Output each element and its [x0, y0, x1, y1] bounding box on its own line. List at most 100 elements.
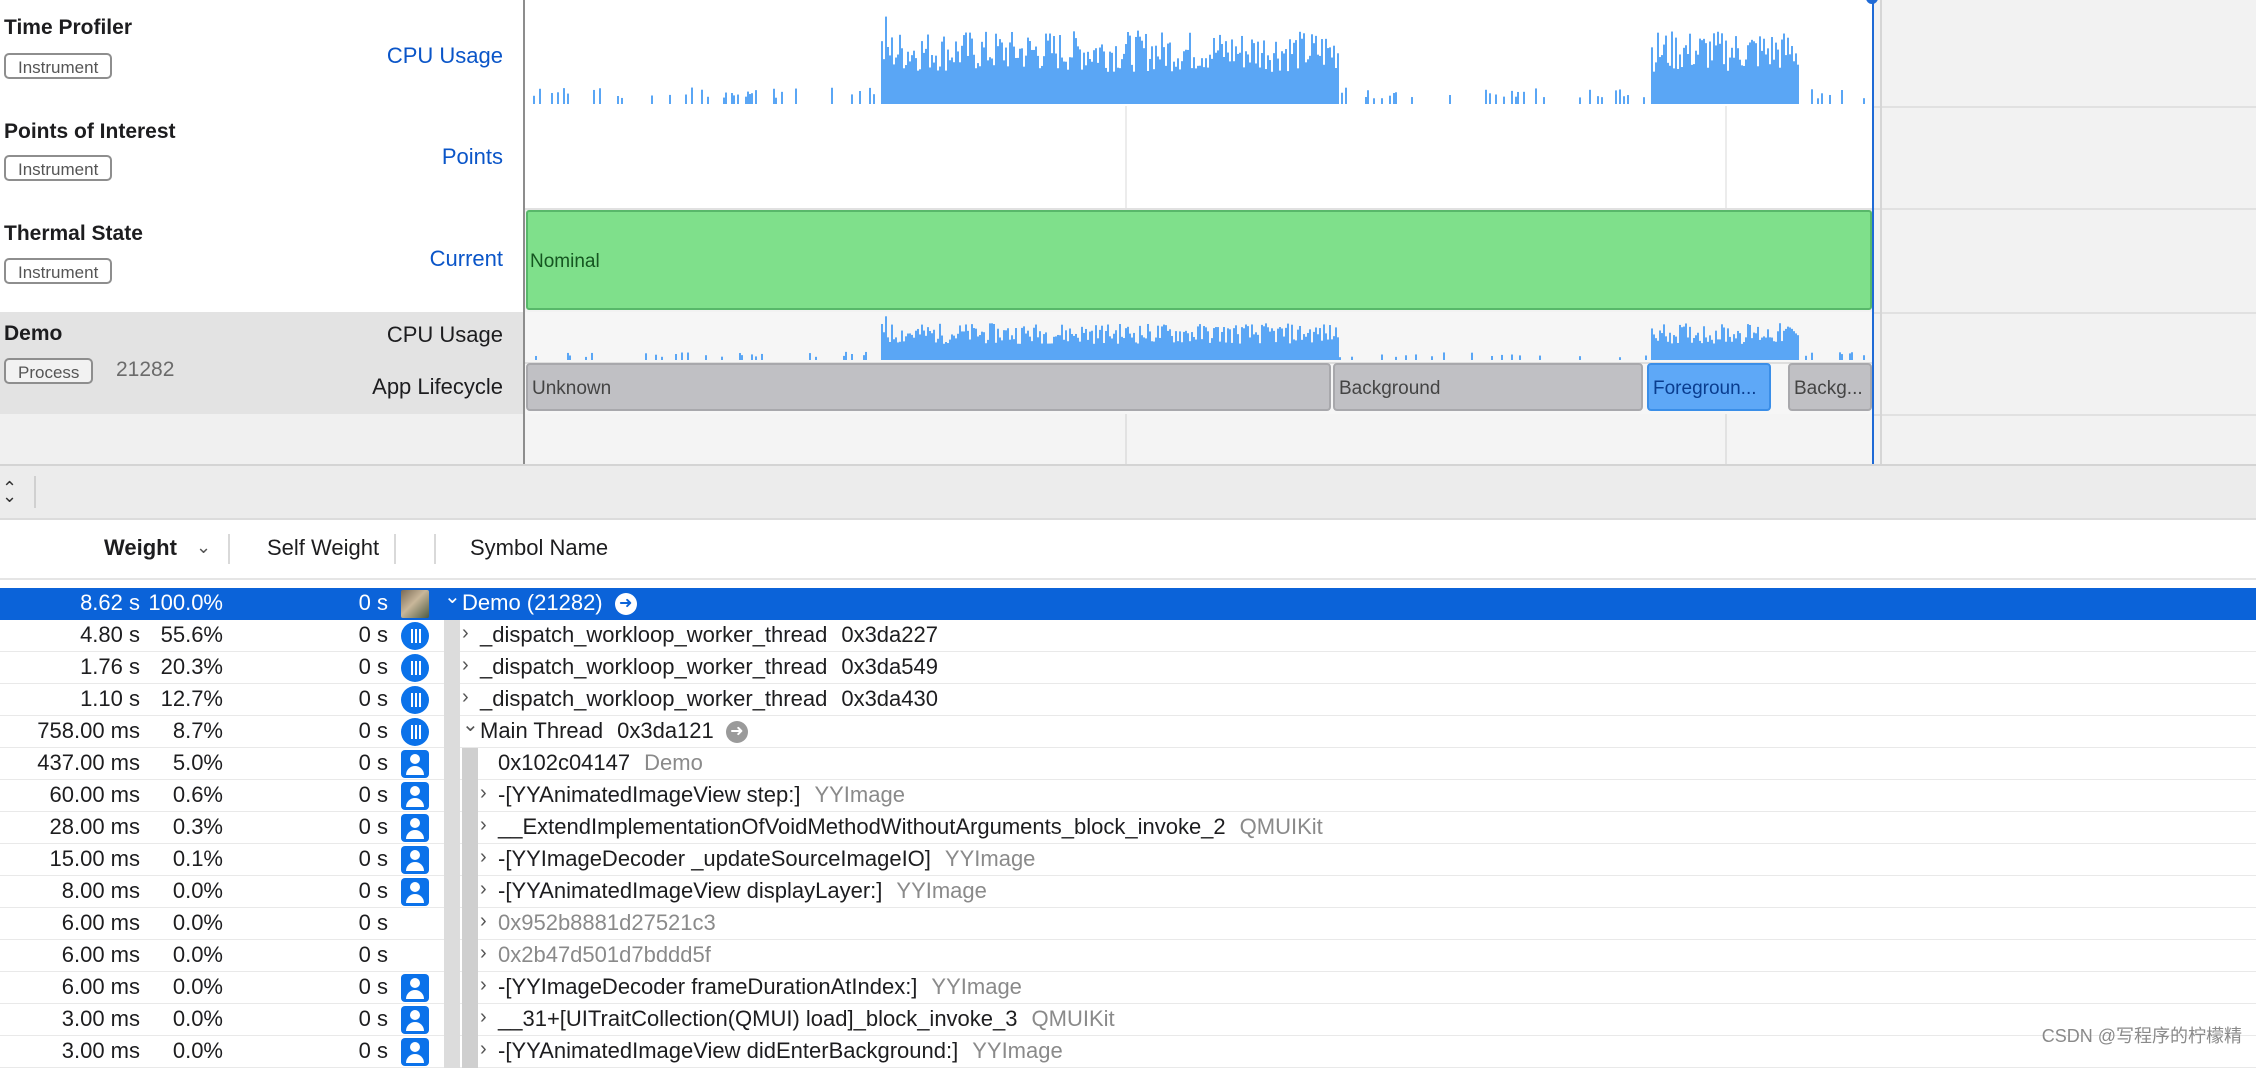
user-code-icon	[401, 814, 429, 842]
disclosure-collapsed-icon[interactable]: ›	[480, 782, 487, 805]
instrument-badge: Instrument	[4, 155, 113, 181]
disclosure-collapsed-icon[interactable]: ›	[480, 1006, 487, 1029]
track-graph-area[interactable]	[525, 0, 1874, 106]
disclosure-collapsed-icon[interactable]: ›	[480, 814, 487, 837]
weight-value: 1.10 s	[80, 686, 140, 711]
chevron-updown-icon: ⌄	[2, 486, 18, 506]
track-detail-selector[interactable]: Current	[430, 246, 503, 272]
disclosure-collapsed-icon[interactable]: ›	[462, 654, 469, 677]
table-row[interactable]: 6.00 ms 0.0% 0 s › 0x2b47d501d7bddd5f	[0, 940, 2256, 972]
lifecycle-unknown[interactable]: Unknown	[526, 363, 1331, 411]
weight-percent: 20.3%	[160, 654, 223, 679]
table-row[interactable]: 28.00 ms 0.3% 0 s › __ExtendImplementationOf…	[0, 812, 2256, 844]
track-label[interactable]: Points of Interest Instrument Points	[0, 106, 525, 208]
table-row[interactable]: 15.00 ms 0.1% 0 s › -[YYImageDecoder _update…	[0, 844, 2256, 876]
disclosure-collapsed-icon[interactable]: ›	[480, 942, 487, 965]
table-row[interactable]: 3.00 ms 0.0% 0 s › __31+[UITraitCollection(Q…	[0, 1004, 2256, 1036]
process-badge: Process	[4, 358, 94, 384]
symbol-name-cell: -[YYImageDecoder _updateSourceImageIO] YY…	[498, 846, 1035, 872]
table-row[interactable]: 1.76 s 20.3% 0 s › _dispatch_workloop_worker…	[0, 652, 2256, 684]
disclosure-collapsed-icon[interactable]: ›	[480, 878, 487, 901]
column-separator[interactable]	[394, 534, 396, 564]
disclosure-collapsed-icon[interactable]: ›	[480, 1038, 487, 1061]
track-detail-selector[interactable]: CPU Usage	[387, 43, 503, 69]
track-detail-selector[interactable]: Points	[442, 144, 503, 170]
weight-value: 8.00 ms	[61, 878, 140, 903]
app-lifecycle-label[interactable]: App Lifecycle	[372, 374, 503, 400]
indent-guide	[444, 652, 460, 684]
lifecycle-foreground[interactable]: Foregroun...	[1647, 363, 1771, 411]
weight-value: 3.00 ms	[61, 1006, 140, 1031]
navigate-arrow-icon[interactable]: ➜	[614, 593, 637, 615]
indent-guide	[444, 716, 460, 748]
column-weight[interactable]: Weight	[104, 535, 177, 561]
self-weight-value: 0 s	[358, 782, 388, 807]
table-row[interactable]: 6.00 ms 0.0% 0 s › 0x952b8881d27521c3	[0, 908, 2256, 940]
indent-guide	[444, 972, 460, 1004]
lifecycle-background[interactable]: Backg...	[1788, 363, 1872, 411]
cpu-usage-label[interactable]: CPU Usage	[387, 322, 503, 348]
self-weight-value: 0 s	[358, 1006, 388, 1031]
table-row[interactable]: 1.10 s 12.7% 0 s › _dispatch_workloop_worker…	[0, 684, 2256, 716]
table-row[interactable]: 758.00 ms 8.7% 0 s ⌄ Main Thread 0x3da121 ➜	[0, 714, 2256, 748]
column-separator[interactable]	[434, 534, 436, 564]
weight-value: 6.00 ms	[61, 942, 140, 967]
disclosure-collapsed-icon[interactable]: ›	[480, 846, 487, 869]
app-icon	[401, 590, 429, 618]
table-row[interactable]: 3.00 ms 0.0% 0 s › -[YYAnimatedImageView did…	[0, 1036, 2256, 1068]
symbol-name-cell: 0x952b8881d27521c3	[498, 910, 716, 936]
process-pid: 21282	[116, 358, 175, 381]
lifecycle-background[interactable]: Background	[1333, 363, 1643, 411]
column-symbol-name[interactable]: Symbol Name	[470, 535, 608, 561]
track-label[interactable]: Time Profiler Instrument CPU Usage	[0, 0, 525, 106]
library-name: YYImage	[931, 974, 1022, 999]
disclosure-collapsed-icon[interactable]: ›	[480, 910, 487, 933]
disclosure-expanded-icon[interactable]: ⌄	[462, 712, 479, 737]
playhead-cursor[interactable]	[1872, 0, 1874, 464]
table-row[interactable]: 4.80 s 55.6% 0 s › _dispatch_workloop_worker…	[0, 620, 2256, 652]
self-weight-value: 0 s	[358, 814, 388, 839]
process-name: Demo	[4, 322, 63, 345]
symbol-name: _dispatch_workloop_worker_thread	[480, 686, 828, 711]
thermal-nominal-segment[interactable]: Nominal	[526, 210, 1872, 310]
weight-percent: 0.0%	[172, 1006, 223, 1031]
indent-guide	[444, 748, 460, 780]
table-row[interactable]: 8.00 ms 0.0% 0 s › -[YYAnimatedImageView dis…	[0, 876, 2256, 908]
navigate-arrow-icon[interactable]: ➜	[725, 721, 748, 743]
timeline-area: Time Profiler Instrument CPU Usage Point…	[0, 0, 2256, 464]
chevron-down-icon[interactable]: ⌄	[196, 537, 211, 558]
track-graph-area[interactable]	[525, 106, 1874, 208]
indent-guide	[462, 812, 478, 844]
column-separator[interactable]	[228, 534, 230, 564]
disclosure-collapsed-icon[interactable]: ›	[480, 974, 487, 997]
track-time-profiler[interactable]: Time Profiler Instrument CPU Usage	[0, 0, 2256, 108]
track-label	[0, 414, 525, 464]
disclosure-collapsed-icon[interactable]: ›	[462, 686, 469, 709]
track-label[interactable]: Demo Process 21282 CPU Usage App Lifecyc…	[0, 312, 525, 414]
track-label[interactable]: Thermal State Instrument Current	[0, 208, 525, 312]
self-weight-value: 0 s	[358, 718, 388, 743]
user-code-icon	[401, 1038, 429, 1066]
user-code-icon	[401, 1006, 429, 1034]
weight-value: 6.00 ms	[61, 974, 140, 999]
disclosure-collapsed-icon[interactable]: ›	[462, 622, 469, 645]
indent-guide	[444, 1004, 460, 1036]
call-tree-header: Weight ⌄ Self Weight Symbol Name	[0, 520, 2256, 580]
track-points-of-interest[interactable]: Points of Interest Instrument Points	[0, 106, 2256, 210]
column-self-weight[interactable]: Self Weight	[267, 535, 379, 561]
symbol-name: _dispatch_workloop_worker_thread	[480, 654, 828, 679]
indent-guide	[462, 1036, 478, 1068]
table-row[interactable]: 6.00 ms 0.0% 0 s › -[YYImageDecoder frameDur…	[0, 972, 2256, 1004]
thread-icon	[401, 686, 429, 714]
table-row[interactable]: 60.00 ms 0.6% 0 s › -[YYAnimatedImageView st…	[0, 780, 2256, 812]
symbol-name: -[YYImageDecoder _updateSourceImageIO]	[498, 846, 931, 871]
indent-guide	[444, 908, 460, 940]
table-row[interactable]: 437.00 ms 5.0% 0 s 0x102c04147 Demo	[0, 748, 2256, 780]
thread-address: 0x3da121	[617, 718, 714, 743]
cpu-usage-graph	[533, 16, 1865, 105]
table-row[interactable]: 8.62 s 100.0% 0 s ⌄ Demo (21282) ➜	[0, 586, 2256, 620]
disclosure-expanded-icon[interactable]: ⌄	[444, 584, 461, 609]
weight-value: 6.00 ms	[61, 910, 140, 935]
self-weight-value: 0 s	[358, 878, 388, 903]
library-name: Demo	[644, 750, 703, 775]
